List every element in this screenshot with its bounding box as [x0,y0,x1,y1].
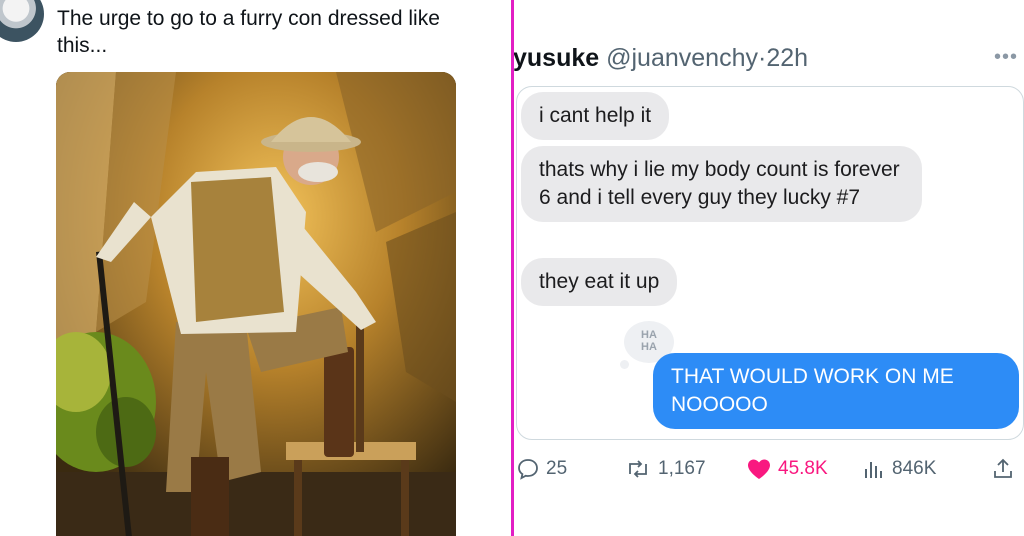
tweet-actions: 25 1,167 45.8K 846K [514,452,1024,486]
timestamp[interactable]: 22h [766,44,808,72]
reaction-line-1: HA [641,329,657,341]
view-count: 846K [892,458,937,479]
received-message: i cant help it [521,92,670,140]
tweet-header: yusuke @juanvenchy·22h [514,44,808,73]
analytics-icon [865,462,882,478]
chat-screenshot: i cant help it thats why i lie my body c… [516,86,1024,440]
user-handle[interactable]: @juanvenchy [606,44,758,72]
received-message: thats why i lie my body count is forever… [521,146,922,222]
reaction-tail [620,360,629,369]
received-message: they eat it up [521,258,678,306]
like-count: 45.8K [778,458,828,479]
reply-count: 25 [546,458,568,479]
like-button[interactable]: 45.8K [746,452,828,486]
display-name[interactable]: yusuke [514,44,599,72]
views-button[interactable]: 846K [862,452,936,486]
reply-button[interactable]: 25 [516,452,567,486]
tweet-text: The urge to go to a furry con dressed li… [57,7,440,57]
reply-icon [518,459,538,480]
heart-icon [748,459,770,479]
repost-button[interactable]: 1,167 [624,452,706,486]
repost-icon [629,460,647,478]
reaction-line-2: HA [641,341,657,353]
share-button[interactable] [991,452,1015,486]
sent-message: THAT WOULD WORK ON ME NOOOOO [653,353,1019,429]
safari-costume-photo [56,72,456,536]
more-options-icon[interactable]: ••• [994,46,1018,69]
left-tweet: The urge to go to a furry con dressed li… [0,0,511,536]
user-avatar[interactable] [0,0,44,42]
repost-count: 1,167 [658,458,706,479]
right-tweet: yusuke @juanvenchy·22h ••• i cant help i… [514,0,1024,536]
share-icon [994,458,1012,478]
tweet-photo[interactable] [56,72,456,536]
